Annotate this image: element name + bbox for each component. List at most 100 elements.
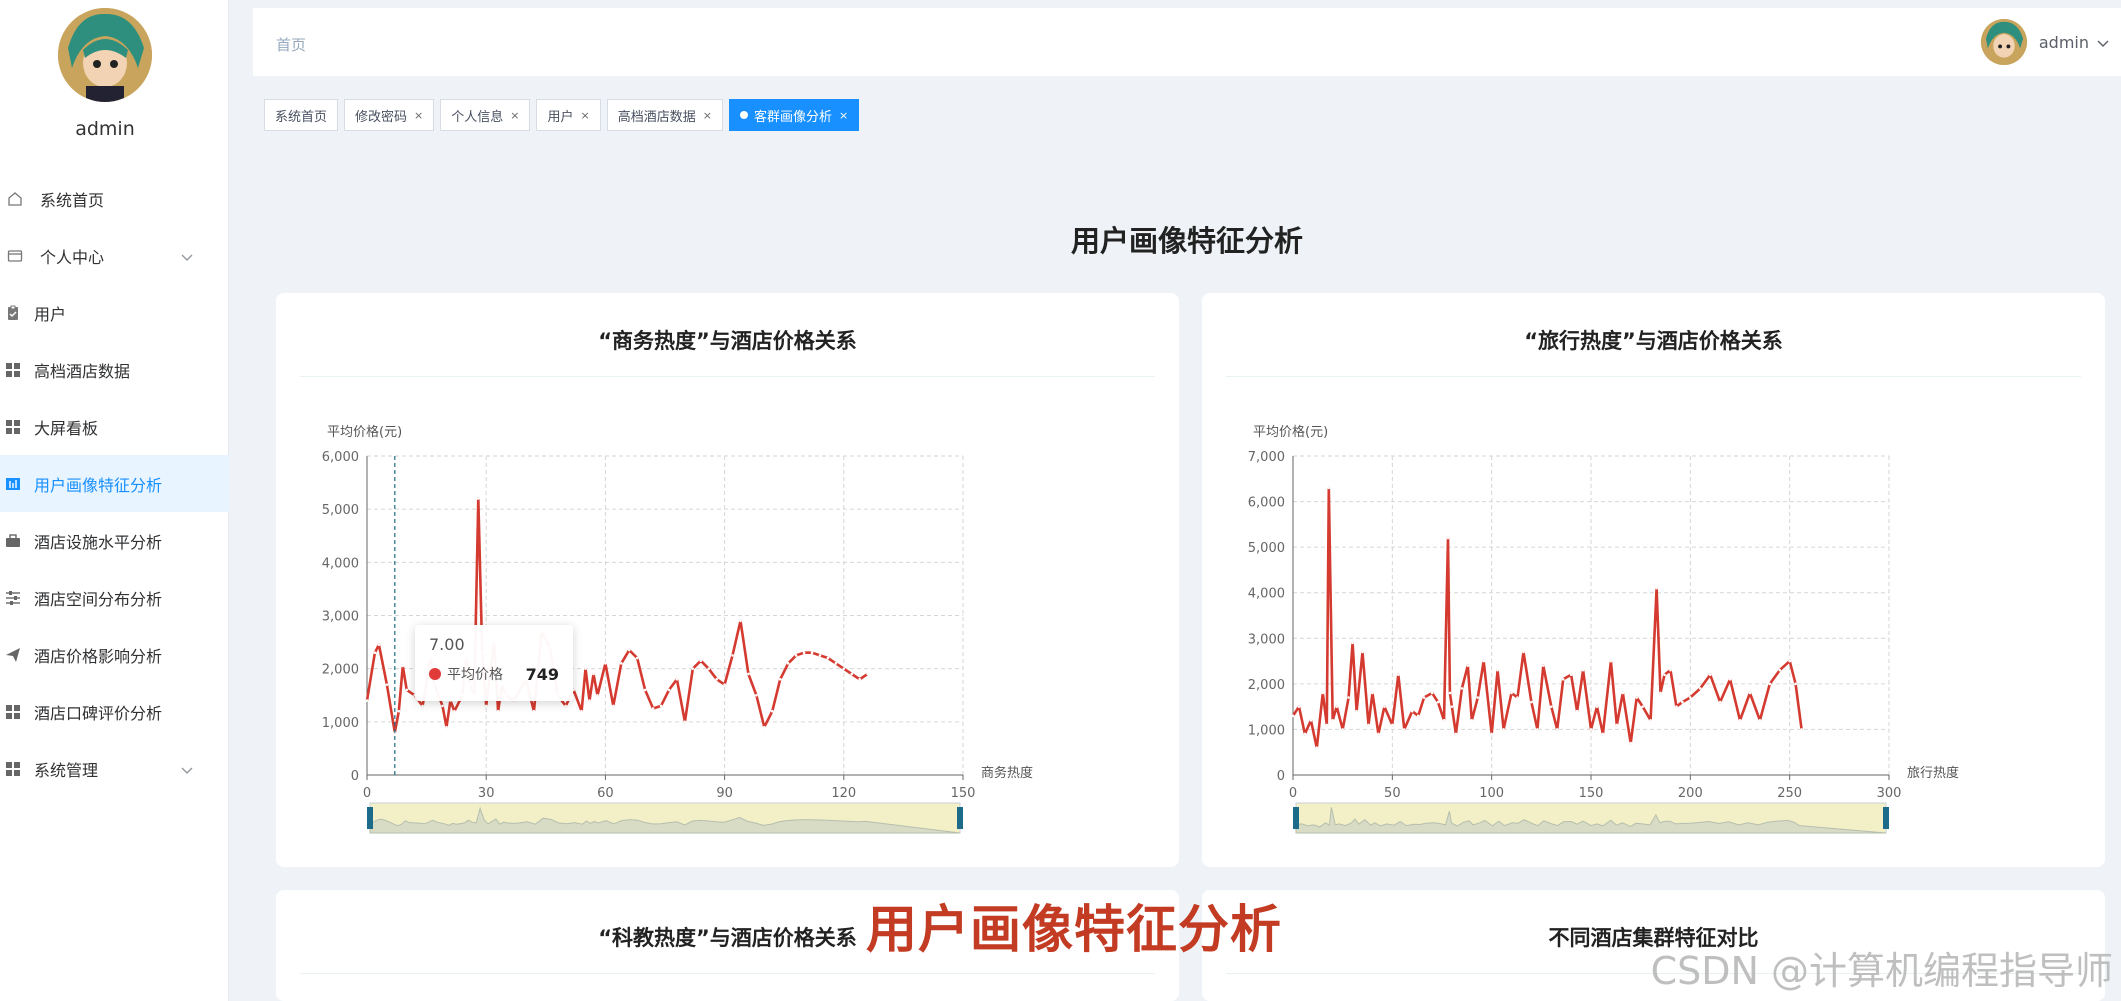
sidebar-item-label: 酒店口碑评价分析: [34, 703, 163, 723]
sidebar-item-users[interactable]: 用户: [0, 284, 229, 341]
data-point: [1510, 691, 1513, 695]
x-tick-label: 120: [831, 786, 856, 801]
tab-users[interactable]: 用户 ×: [536, 99, 601, 131]
data-point: [1361, 650, 1364, 654]
data-point: [1430, 691, 1434, 695]
data-point: [1309, 719, 1313, 722]
x-tick-label: 50: [1384, 786, 1401, 801]
active-dot-icon: [739, 111, 748, 119]
data-point: [1728, 678, 1732, 681]
tab-home[interactable]: 系统首页: [264, 99, 339, 131]
data-point: [675, 678, 679, 681]
breadcrumb[interactable]: 首页: [276, 34, 306, 55]
data-zoom-slider[interactable]: [367, 802, 963, 834]
data-point: [496, 709, 500, 713]
data-point: [421, 704, 424, 708]
data-point: [377, 643, 381, 647]
zoom-handle-left[interactable]: [367, 807, 373, 829]
data-point: [588, 699, 591, 702]
data-point: [1635, 696, 1638, 699]
data-point: [580, 709, 583, 713]
data-point: [747, 672, 750, 676]
business-heat-price-chart[interactable]: 0 1,000 2,000 3,000 4,000 5,000 6,000 0 30 60 90 12…: [276, 293, 1179, 867]
data-point: [1718, 700, 1722, 704]
data-point: [612, 704, 615, 708]
data-point: [834, 662, 838, 665]
sidebar-item-big-screen[interactable]: 大屏看板: [0, 398, 229, 455]
y-tick-label: 3,000: [322, 610, 359, 625]
tab-customer-profile-analysis[interactable]: 客群画像分析 ×: [728, 99, 860, 131]
grid-icon: [4, 703, 22, 721]
sidebar-item-label: 高档酒店数据: [34, 361, 131, 381]
sidebar-item-system-management[interactable]: 系统管理: [0, 740, 229, 797]
close-icon[interactable]: ×: [414, 109, 423, 122]
chart-tooltip: 7.00 平均价格 749: [415, 625, 573, 701]
data-point: [1663, 673, 1666, 677]
avatar-image: [58, 8, 152, 102]
data-point: [786, 662, 790, 665]
tab-change-password[interactable]: 修改密码 ×: [344, 99, 435, 131]
tab-label: 客群画像分析: [753, 109, 832, 125]
tab-hotel-data[interactable]: 高档酒店数据 ×: [606, 99, 723, 131]
travel-heat-price-chart[interactable]: 0 1,000 2,000 3,000 4,000 5,000 6,000 7,000 0 50 1…: [1202, 293, 2105, 867]
data-point: [405, 688, 409, 692]
sidebar-item-user-profile-analysis[interactable]: 用户画像特征分析: [0, 455, 229, 512]
data-point: [441, 704, 444, 708]
data-point: [667, 688, 671, 692]
close-icon[interactable]: ×: [703, 109, 712, 122]
zoom-handle-left[interactable]: [1293, 807, 1299, 829]
data-point: [826, 656, 830, 660]
x-tick-label: 90: [716, 786, 733, 801]
data-zoom-slider[interactable]: [1293, 802, 1889, 834]
zoom-handle-right[interactable]: [957, 807, 963, 829]
zoom-handle-right[interactable]: [1883, 807, 1889, 829]
data-point: [1615, 723, 1619, 727]
avatar: [1980, 19, 2027, 65]
plot-area: 0 1,000 2,000 3,000 4,000 5,000 6,000 7,000 0 50 1…: [1248, 424, 1959, 801]
y-tick-label: 4,000: [322, 556, 359, 571]
data-point: [1768, 682, 1772, 686]
close-icon[interactable]: ×: [839, 109, 848, 122]
sidebar-item-personal-center[interactable]: 个人中心: [0, 227, 229, 284]
y-tick-label: 2,000: [322, 663, 359, 678]
data-point: [850, 672, 854, 676]
data-point: [1601, 732, 1605, 736]
close-icon[interactable]: ×: [581, 109, 590, 122]
data-point: [770, 709, 774, 713]
sidebar-item-hotel-data[interactable]: 高档酒店数据: [0, 341, 229, 398]
y-tick-label: 3,000: [1248, 632, 1285, 647]
y-tick-label: 5,000: [1248, 541, 1285, 556]
data-point: [683, 720, 687, 724]
data-point: [1450, 705, 1454, 708]
data-point: [1297, 705, 1301, 708]
tab-personal-info[interactable]: 个人信息 ×: [440, 99, 531, 131]
chart-card-business: “商务热度”与酒店价格关系 0 1,000 2,000 3,000 4,000 5,000…: [276, 293, 1179, 867]
y-tick-label: 4,000: [1248, 587, 1285, 602]
data-point: [1738, 719, 1742, 722]
data-point: [1542, 664, 1545, 667]
sidebar-username: admin: [75, 118, 135, 140]
data-point: [842, 667, 846, 670]
data-point: [866, 672, 869, 676]
x-tick-label: 0: [363, 786, 371, 801]
user-menu[interactable]: admin: [1980, 18, 2109, 66]
chevron-down-icon: [181, 247, 193, 266]
sidebar-item-home[interactable]: 系统首页: [0, 170, 229, 227]
overlay-caption: 用户画像特征分析: [866, 901, 1283, 960]
series-marker-icon: [429, 668, 441, 680]
data-point: [627, 648, 631, 652]
data-point: [1327, 486, 1331, 490]
sidebar-item-spatial-analysis[interactable]: 酒店空间分布分析: [0, 569, 229, 626]
data-point: [763, 725, 766, 729]
data-point: [1555, 728, 1559, 731]
data-point: [596, 693, 599, 697]
sidebar-item-facility-analysis[interactable]: 酒店设施水平分析: [0, 512, 229, 569]
close-icon[interactable]: ×: [510, 109, 519, 122]
avatar[interactable]: [58, 8, 152, 102]
data-point: [1490, 732, 1493, 736]
data-point: [1383, 705, 1386, 708]
data-point: [1669, 668, 1672, 672]
sidebar-item-price-analysis[interactable]: 酒店价格影响分析: [0, 626, 229, 683]
sidebar-item-reputation-analysis[interactable]: 酒店口碑评价分析: [0, 683, 229, 740]
data-point: [699, 659, 703, 662]
